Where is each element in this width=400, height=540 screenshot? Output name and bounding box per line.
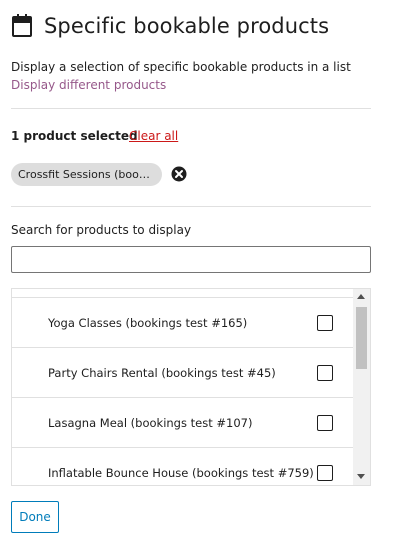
product-label: Yoga Classes (bookings test #165) (48, 315, 248, 330)
list-item[interactable]: Lasagna Meal (bookings test #107) (12, 397, 353, 447)
scrollbar[interactable] (353, 289, 370, 485)
product-checkbox[interactable] (317, 414, 333, 431)
selected-product-token: Crossfit Sessions (bookin... (11, 163, 162, 186)
scroll-thumb[interactable] (356, 307, 367, 369)
done-button[interactable]: Done (11, 501, 59, 533)
divider (11, 108, 371, 109)
block-description: Display a selection of specific bookable… (11, 60, 351, 74)
token-label: Crossfit Sessions (bookin... (18, 168, 155, 181)
list-item[interactable]: Party Chairs Rental (bookings test #45) (12, 347, 353, 397)
product-checkbox[interactable] (317, 364, 333, 381)
divider (11, 206, 371, 207)
product-checkbox[interactable] (317, 314, 333, 331)
selected-count: 1 product selected (11, 129, 138, 143)
product-checkbox[interactable] (317, 464, 333, 481)
panel-header: Specific bookable products (11, 14, 329, 38)
clear-all-button[interactable]: Clear all (129, 129, 178, 143)
scroll-up-icon[interactable] (357, 294, 365, 299)
product-label: Inflatable Bounce House (bookings test #… (48, 465, 314, 480)
page-title: Specific bookable products (44, 14, 330, 38)
list-item[interactable]: Yoga Classes (bookings test #165) (12, 297, 353, 347)
remove-token-icon[interactable] (171, 166, 187, 182)
search-label: Search for products to display (11, 223, 192, 237)
search-input[interactable] (11, 246, 371, 273)
calendar-icon (11, 14, 33, 38)
product-label: Party Chairs Rental (bookings test #45) (48, 365, 276, 380)
scroll-down-icon[interactable] (357, 474, 365, 479)
list-item[interactable]: Inflatable Bounce House (bookings test #… (12, 447, 353, 485)
product-list[interactable]: Yoga Classes (bookings test #165) Party … (11, 288, 371, 486)
product-label: Lasagna Meal (bookings test #107) (48, 415, 253, 430)
display-different-products-link[interactable]: Display different products (11, 78, 166, 92)
